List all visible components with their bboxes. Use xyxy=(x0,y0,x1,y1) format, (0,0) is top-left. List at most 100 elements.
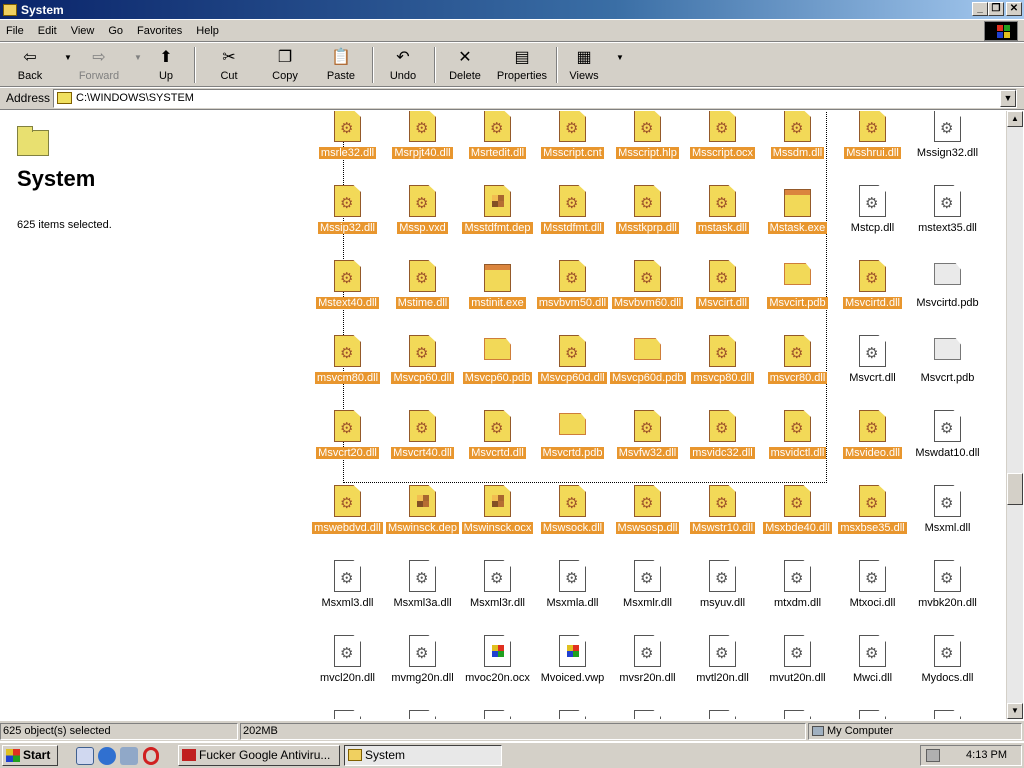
file-item[interactable]: msvidc32.dll xyxy=(685,391,760,466)
vertical-scrollbar[interactable]: ▲ ▼ xyxy=(1006,111,1023,719)
file-item[interactable]: Msstdfmt.dep xyxy=(460,166,535,241)
file-item[interactable] xyxy=(685,691,760,719)
file-item[interactable]: msvcr80.dll xyxy=(760,316,835,391)
file-item[interactable]: Msvbvm60.dll xyxy=(610,241,685,316)
file-item[interactable]: msvcp80.dll xyxy=(685,316,760,391)
scroll-thumb[interactable] xyxy=(1007,473,1023,505)
file-item[interactable]: mvcl20n.dll xyxy=(310,616,385,691)
paste-button[interactable]: 📋 Paste xyxy=(316,46,366,84)
close-button[interactable]: ✕ xyxy=(1006,2,1022,16)
file-item[interactable] xyxy=(385,691,460,719)
address-dropdown-button[interactable]: ▼ xyxy=(1000,90,1016,107)
delete-button[interactable]: ✕ Delete xyxy=(440,46,490,84)
back-dropdown-button[interactable]: ▼ xyxy=(56,46,72,84)
internet-explorer-icon[interactable] xyxy=(98,747,116,765)
menu-go[interactable]: Go xyxy=(108,25,123,37)
file-item[interactable]: Msrpjt40.dll xyxy=(385,111,460,166)
menu-edit[interactable]: Edit xyxy=(38,25,57,37)
file-item[interactable]: Msxml3.dll xyxy=(310,541,385,616)
properties-button[interactable]: ▤ Properties xyxy=(492,46,552,84)
file-item[interactable]: msxbse35.dll xyxy=(835,466,910,541)
file-item[interactable]: Msvcrt20.dll xyxy=(310,391,385,466)
cut-button[interactable]: ✂ Cut xyxy=(204,46,254,84)
file-item[interactable]: Msvcrtd.dll xyxy=(460,391,535,466)
file-item[interactable] xyxy=(310,691,385,719)
file-item[interactable]: mswebdvd.dll xyxy=(310,466,385,541)
file-item[interactable]: Mssp.vxd xyxy=(385,166,460,241)
file-item[interactable]: Mswsock.dll xyxy=(535,466,610,541)
file-item[interactable] xyxy=(760,691,835,719)
file-item[interactable] xyxy=(535,691,610,719)
file-item[interactable]: mvbk20n.dll xyxy=(910,541,985,616)
file-item[interactable]: Mtxoci.dll xyxy=(835,541,910,616)
back-button[interactable]: ⇦ Back xyxy=(4,46,56,84)
file-list[interactable]: msrle32.dll Msrpjt40.dll Msrtedit.dll Msscr… xyxy=(310,111,1006,719)
file-item[interactable]: Msshrui.dll xyxy=(835,111,910,166)
undo-button[interactable]: ↶ Undo xyxy=(378,46,428,84)
file-item[interactable]: Msscript.hlp xyxy=(610,111,685,166)
file-item[interactable]: Msxml3a.dll xyxy=(385,541,460,616)
file-item[interactable]: Mstime.dll xyxy=(385,241,460,316)
file-item[interactable]: msvcm80.dll xyxy=(310,316,385,391)
menu-view[interactable]: View xyxy=(71,25,95,37)
file-item[interactable]: Mswstr10.dll xyxy=(685,466,760,541)
file-item[interactable]: Msvcrtd.pdb xyxy=(535,391,610,466)
address-input[interactable]: C:\WINDOWS\SYSTEM ▼ xyxy=(53,89,1017,108)
file-item[interactable]: Msvcp60d.dll xyxy=(535,316,610,391)
file-item[interactable]: Mydocs.dll xyxy=(910,616,985,691)
file-item[interactable]: Msvcirt.dll xyxy=(685,241,760,316)
file-item[interactable]: Msxml3r.dll xyxy=(460,541,535,616)
menu-file[interactable]: File xyxy=(6,25,24,37)
file-item[interactable]: mvmg20n.dll xyxy=(385,616,460,691)
file-item[interactable]: Mssdm.dll xyxy=(760,111,835,166)
file-item[interactable]: Msrtedit.dll xyxy=(460,111,535,166)
file-item[interactable]: Msvcp60d.pdb xyxy=(610,316,686,391)
opera-icon[interactable] xyxy=(143,747,159,765)
forward-dropdown-button[interactable]: ▼ xyxy=(126,46,142,84)
file-item[interactable]: Mstext40.dll xyxy=(310,241,385,316)
minimize-button[interactable]: _ xyxy=(972,2,988,16)
file-item[interactable]: mvoc20n.ocx xyxy=(460,616,535,691)
file-item[interactable]: msyuv.dll xyxy=(685,541,760,616)
taskbar-item-system[interactable]: System xyxy=(344,745,502,766)
title-bar[interactable]: System _ ❐ ✕ xyxy=(0,0,1024,19)
file-item[interactable]: Mswdat10.dll xyxy=(910,391,985,466)
taskbar-item-antivirus[interactable]: Fucker Google Antiviru... xyxy=(178,745,340,766)
file-item[interactable]: msrle32.dll xyxy=(310,111,385,166)
file-item[interactable]: Mwci.dll xyxy=(835,616,910,691)
file-item[interactable]: Msstdfmt.dll xyxy=(535,166,610,241)
file-item[interactable]: Mswsosp.dll xyxy=(610,466,685,541)
file-item[interactable]: Msvideo.dll xyxy=(835,391,910,466)
file-item[interactable]: mstinit.exe xyxy=(460,241,535,316)
file-item[interactable]: mstask.dll xyxy=(685,166,760,241)
file-item[interactable]: Msvfw32.dll xyxy=(610,391,685,466)
file-item[interactable]: Mstcp.dll xyxy=(835,166,910,241)
file-item[interactable]: Msscript.cnt xyxy=(535,111,610,166)
file-item[interactable] xyxy=(460,691,535,719)
file-item[interactable] xyxy=(610,691,685,719)
file-item[interactable]: Mswinsck.ocx xyxy=(460,466,535,541)
file-item[interactable]: Mswinsck.dep xyxy=(385,466,460,541)
copy-button[interactable]: ❐ Copy xyxy=(260,46,310,84)
file-item[interactable]: Msxml.dll xyxy=(910,466,985,541)
file-item[interactable]: Msvcrt.dll xyxy=(835,316,910,391)
file-item[interactable]: Msvcrt.pdb xyxy=(910,316,985,391)
file-item[interactable]: mtxdm.dll xyxy=(760,541,835,616)
file-item[interactable]: Mstask.exe xyxy=(760,166,835,241)
network-icon[interactable] xyxy=(120,747,138,765)
file-item[interactable]: msvbvm50.dll xyxy=(535,241,610,316)
file-item[interactable]: Msstkprp.dll xyxy=(610,166,685,241)
file-item[interactable]: Msvcp60.pdb xyxy=(460,316,535,391)
file-item[interactable] xyxy=(910,691,985,719)
scroll-down-button[interactable]: ▼ xyxy=(1007,703,1023,719)
file-item[interactable]: Msvcirtd.dll xyxy=(835,241,910,316)
file-item[interactable]: mvut20n.dll xyxy=(760,616,835,691)
file-item[interactable]: Mssip32.dll xyxy=(310,166,385,241)
file-item[interactable]: Msxmlr.dll xyxy=(610,541,685,616)
file-item[interactable]: Msscript.ocx xyxy=(685,111,760,166)
scroll-up-button[interactable]: ▲ xyxy=(1007,111,1023,127)
forward-button[interactable]: ⇨ Forward xyxy=(72,46,126,84)
tray-app-icon[interactable] xyxy=(926,749,940,762)
views-dropdown-button[interactable]: ▼ xyxy=(608,46,624,84)
menu-help[interactable]: Help xyxy=(196,25,219,37)
